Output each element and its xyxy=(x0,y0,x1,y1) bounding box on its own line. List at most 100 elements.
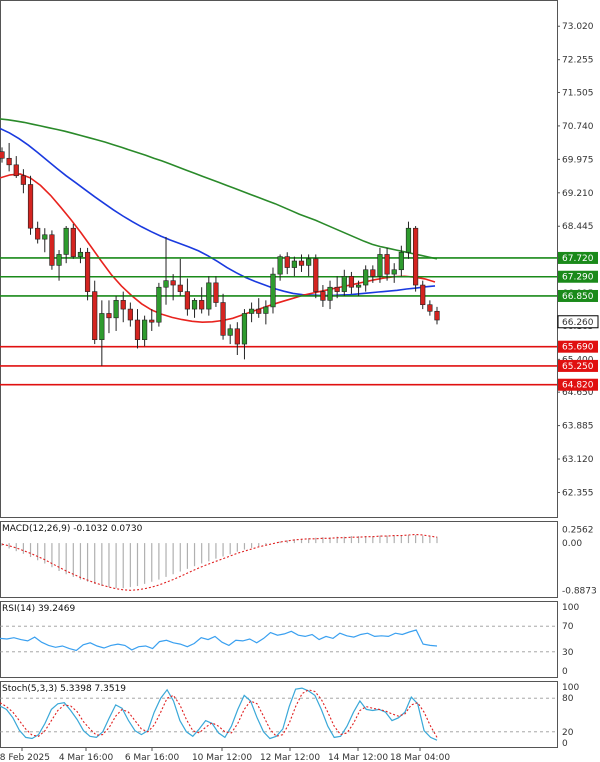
candle-body xyxy=(341,276,347,292)
candle-body xyxy=(384,254,390,275)
candle-body xyxy=(170,280,176,286)
candle-body xyxy=(134,319,141,340)
candle-body xyxy=(420,284,426,306)
candle-body xyxy=(227,328,233,336)
price-tick-label: 71.505 xyxy=(562,88,594,98)
rsi-tick-label: 70 xyxy=(562,622,574,632)
candle-body xyxy=(206,282,212,310)
candle-body xyxy=(6,157,12,166)
candle-body xyxy=(256,308,262,314)
candle-body xyxy=(56,254,62,266)
candle-body xyxy=(27,184,34,229)
level-label: 65.250 xyxy=(562,362,594,372)
candle-body xyxy=(413,227,419,286)
price-tick-label: 68.445 xyxy=(562,222,594,232)
candle-body xyxy=(277,256,283,275)
x-tick-label: 18 Mar 04:00 xyxy=(390,753,450,762)
rsi-title: RSI(14) 39.2469 xyxy=(2,604,75,614)
macd-title: MACD(12,26,9) -0.1032 0.0730 xyxy=(2,524,143,534)
panel-rsi-frame xyxy=(0,601,558,678)
x-tick-label: 4 Mar 16:00 xyxy=(59,753,114,762)
level-label: 64.820 xyxy=(562,381,594,391)
candle-body xyxy=(127,308,133,321)
candle-body xyxy=(427,304,433,312)
candle-body xyxy=(35,227,41,240)
candle-body xyxy=(213,282,219,303)
candle-body xyxy=(370,269,376,277)
stoch-title: Stoch(5,3,3) 5.3398 7.3519 xyxy=(2,684,126,694)
x-tick-label: 6 Mar 16:00 xyxy=(125,753,180,762)
level-label: 66.850 xyxy=(562,292,594,302)
candle-body xyxy=(291,260,297,268)
candle-body xyxy=(142,319,148,340)
candle-body xyxy=(306,258,312,266)
stoch-d-line xyxy=(0,689,438,738)
price-tick-label: 69.975 xyxy=(562,155,594,165)
chart-root: 73.020 72.255 71.505 70.740 69.975 69.210 68.4… xyxy=(0,0,600,762)
level-label: 67.290 xyxy=(562,273,594,283)
candle-body xyxy=(199,300,205,310)
macd-tick-label: -0.8873 xyxy=(562,587,597,597)
candle-body xyxy=(13,164,19,177)
candle-body xyxy=(0,151,5,159)
candle-body xyxy=(70,227,76,257)
macd-tick-label: 0.2562 xyxy=(562,525,594,535)
x-tick-label: 10 Mar 12:00 xyxy=(192,753,252,762)
stoch-tick-label: 20 xyxy=(562,728,574,738)
candle-body xyxy=(63,227,69,255)
candle-body xyxy=(348,276,355,288)
candle-body xyxy=(405,227,412,253)
macd-tick-label: 0.00 xyxy=(562,539,582,549)
candle-body xyxy=(234,328,240,345)
candle-body xyxy=(327,286,333,301)
candle-body xyxy=(113,300,119,319)
candle-body xyxy=(163,280,169,288)
chart-canvas: 73.020 72.255 71.505 70.740 69.975 69.210 68.4… xyxy=(0,0,599,762)
price-tick-label: 69.210 xyxy=(562,189,594,199)
candle-body xyxy=(284,256,290,268)
macd-signal-line xyxy=(1,533,438,591)
candle-body xyxy=(298,260,305,266)
candle-body xyxy=(363,269,369,286)
x-tick-label: 14 Mar 12:00 xyxy=(328,753,388,762)
candle-body xyxy=(241,313,248,345)
candle-body xyxy=(99,313,105,340)
candle-body xyxy=(391,269,397,275)
candle-body xyxy=(248,308,255,314)
rsi-tick-label: 0 xyxy=(562,667,568,677)
candle-body xyxy=(334,286,340,292)
candle-body xyxy=(270,273,276,308)
price-tick-label: 72.255 xyxy=(562,56,594,66)
x-tick-label: 28 Feb 2025 xyxy=(0,753,50,762)
candle-body xyxy=(42,234,48,240)
candle-body xyxy=(20,175,26,185)
candle-body xyxy=(220,302,226,336)
candle-body xyxy=(49,234,55,266)
candle-body xyxy=(177,284,183,292)
price-tick-label: 63.885 xyxy=(562,422,594,432)
stoch-tick-label: 100 xyxy=(562,683,579,693)
candle-body xyxy=(263,306,269,314)
candle-body xyxy=(84,251,91,292)
candle-body xyxy=(149,319,155,323)
candle-body xyxy=(156,286,162,323)
price-tick-label: 62.355 xyxy=(562,488,594,498)
candle-body xyxy=(191,300,198,310)
candle-body xyxy=(106,313,112,319)
x-tick-label: 12 Mar 12:00 xyxy=(260,753,320,762)
price-tick-label: 70.740 xyxy=(562,122,594,132)
level-label: 67.720 xyxy=(562,254,594,264)
stoch-tick-label: 0 xyxy=(562,739,568,749)
candle-body xyxy=(77,251,84,257)
candle-body xyxy=(398,251,404,271)
candle-body xyxy=(92,291,98,340)
stoch-k-line xyxy=(0,687,438,741)
price-tick-label: 73.020 xyxy=(562,22,594,32)
last-price-label: 66.260 xyxy=(562,318,594,328)
rsi-line xyxy=(0,629,438,652)
candle-body xyxy=(320,291,326,301)
candle-body xyxy=(434,310,440,321)
rsi-tick-label: 100 xyxy=(562,603,579,613)
candle-body xyxy=(184,291,191,310)
rsi-tick-label: 30 xyxy=(562,648,574,658)
